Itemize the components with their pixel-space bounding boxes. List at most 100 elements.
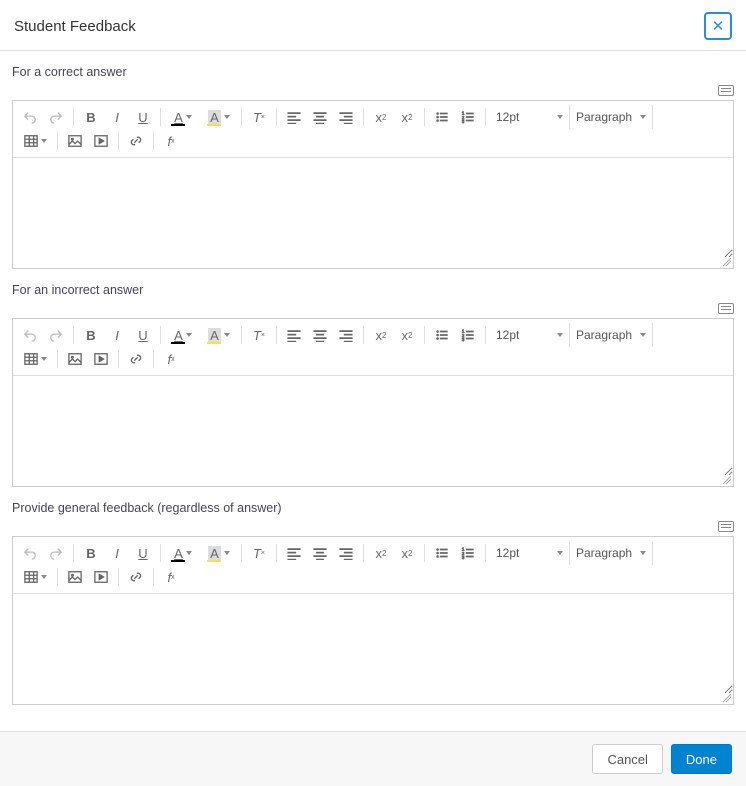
cancel-button[interactable]: Cancel bbox=[592, 744, 662, 774]
svg-text:3: 3 bbox=[462, 555, 465, 560]
bold-button[interactable]: B bbox=[78, 541, 104, 565]
keyboard-shortcut-row bbox=[12, 85, 734, 96]
resize-handle[interactable] bbox=[13, 694, 733, 704]
highlight-color-button[interactable]: A bbox=[201, 541, 237, 565]
fontsize-select[interactable]: 12pt bbox=[490, 105, 570, 129]
superscript-button[interactable]: x2 bbox=[368, 105, 394, 129]
toolbar-sep bbox=[118, 568, 119, 586]
align-center-button[interactable] bbox=[307, 105, 333, 129]
align-right-button[interactable] bbox=[333, 323, 359, 347]
resize-handle[interactable] bbox=[13, 476, 733, 486]
editor-correct-textarea[interactable] bbox=[13, 158, 733, 258]
dialog-footer: Cancel Done bbox=[0, 731, 746, 786]
done-button[interactable]: Done bbox=[671, 744, 732, 774]
subscript-button[interactable]: x2 bbox=[394, 323, 420, 347]
toolbar-sep bbox=[118, 350, 119, 368]
bullet-list-button[interactable] bbox=[429, 541, 455, 565]
numbered-list-button[interactable]: 123 bbox=[455, 323, 481, 347]
media-button[interactable] bbox=[88, 347, 114, 371]
media-button[interactable] bbox=[88, 129, 114, 153]
highlight-color-button[interactable]: A bbox=[201, 105, 237, 129]
section-incorrect: For an incorrect answer B I U A A T× bbox=[12, 283, 734, 487]
underline-button[interactable]: U bbox=[130, 323, 156, 347]
done-label: Done bbox=[686, 752, 717, 767]
link-button[interactable] bbox=[123, 565, 149, 589]
toolbar-sep bbox=[73, 108, 74, 126]
image-button[interactable] bbox=[62, 347, 88, 371]
redo-button[interactable] bbox=[43, 105, 69, 129]
equation-button[interactable]: fx bbox=[158, 129, 184, 153]
link-button[interactable] bbox=[123, 129, 149, 153]
section-incorrect-label: For an incorrect answer bbox=[12, 283, 734, 297]
undo-button[interactable] bbox=[17, 105, 43, 129]
toolbar-sep bbox=[241, 544, 242, 562]
fontsize-value: 12pt bbox=[496, 110, 519, 124]
superscript-button[interactable]: x2 bbox=[368, 541, 394, 565]
fontsize-select[interactable]: 12pt bbox=[490, 323, 570, 347]
bullet-list-button[interactable] bbox=[429, 105, 455, 129]
text-color-button[interactable]: A bbox=[165, 105, 201, 129]
align-left-button[interactable] bbox=[281, 541, 307, 565]
editor-general-textarea[interactable] bbox=[13, 594, 733, 694]
undo-button[interactable] bbox=[17, 323, 43, 347]
bullet-list-button[interactable] bbox=[429, 323, 455, 347]
underline-button[interactable]: U bbox=[130, 105, 156, 129]
align-left-button[interactable] bbox=[281, 323, 307, 347]
format-select[interactable]: Paragraph bbox=[570, 541, 653, 565]
image-button[interactable] bbox=[62, 129, 88, 153]
table-button[interactable] bbox=[17, 565, 53, 589]
superscript-button[interactable]: x2 bbox=[368, 323, 394, 347]
numbered-list-button[interactable]: 123 bbox=[455, 105, 481, 129]
editor-incorrect-textarea[interactable] bbox=[13, 376, 733, 476]
clear-formatting-button[interactable]: T× bbox=[246, 323, 272, 347]
align-right-button[interactable] bbox=[333, 105, 359, 129]
italic-button[interactable]: I bbox=[104, 323, 130, 347]
format-select[interactable]: Paragraph bbox=[570, 105, 653, 129]
redo-button[interactable] bbox=[43, 323, 69, 347]
numbered-list-button[interactable]: 123 bbox=[455, 541, 481, 565]
underline-button[interactable]: U bbox=[130, 541, 156, 565]
subscript-button[interactable]: x2 bbox=[394, 541, 420, 565]
align-center-button[interactable] bbox=[307, 323, 333, 347]
bold-button[interactable]: B bbox=[78, 323, 104, 347]
keyboard-icon[interactable] bbox=[718, 521, 734, 532]
close-button[interactable]: ✕ bbox=[704, 12, 732, 40]
align-left-button[interactable] bbox=[281, 105, 307, 129]
toolbar-sep bbox=[485, 108, 486, 126]
text-color-button[interactable]: A bbox=[165, 323, 201, 347]
keyboard-icon[interactable] bbox=[718, 85, 734, 96]
italic-button[interactable]: I bbox=[104, 541, 130, 565]
link-button[interactable] bbox=[123, 347, 149, 371]
bold-button[interactable]: B bbox=[78, 105, 104, 129]
toolbar-sep bbox=[363, 544, 364, 562]
format-value: Paragraph bbox=[576, 546, 632, 560]
table-button[interactable] bbox=[17, 347, 53, 371]
keyboard-icon[interactable] bbox=[718, 303, 734, 314]
editor-general: B I U A A T× x2 x2 123 12pt Pa bbox=[12, 536, 734, 705]
highlight-color-button[interactable]: A bbox=[201, 323, 237, 347]
clear-formatting-button[interactable]: T× bbox=[246, 105, 272, 129]
table-button[interactable] bbox=[17, 129, 53, 153]
toolbar-sep bbox=[73, 326, 74, 344]
fontsize-select[interactable]: 12pt bbox=[490, 541, 570, 565]
subscript-button[interactable]: x2 bbox=[394, 105, 420, 129]
text-color-button[interactable]: A bbox=[165, 541, 201, 565]
undo-button[interactable] bbox=[17, 541, 43, 565]
resize-handle[interactable] bbox=[13, 258, 733, 268]
toolbar-sep bbox=[73, 544, 74, 562]
image-button[interactable] bbox=[62, 565, 88, 589]
toolbar-sep bbox=[153, 568, 154, 586]
redo-button[interactable] bbox=[43, 541, 69, 565]
toolbar-sep bbox=[118, 132, 119, 150]
format-select[interactable]: Paragraph bbox=[570, 323, 653, 347]
italic-button[interactable]: I bbox=[104, 105, 130, 129]
cancel-label: Cancel bbox=[607, 752, 647, 767]
equation-button[interactable]: fx bbox=[158, 565, 184, 589]
equation-button[interactable]: fx bbox=[158, 347, 184, 371]
align-center-button[interactable] bbox=[307, 541, 333, 565]
clear-formatting-button[interactable]: T× bbox=[246, 541, 272, 565]
section-general: Provide general feedback (regardless of … bbox=[12, 501, 734, 705]
editor-incorrect: B I U A A T× x2 x2 123 12pt Pa bbox=[12, 318, 734, 487]
align-right-button[interactable] bbox=[333, 541, 359, 565]
media-button[interactable] bbox=[88, 565, 114, 589]
